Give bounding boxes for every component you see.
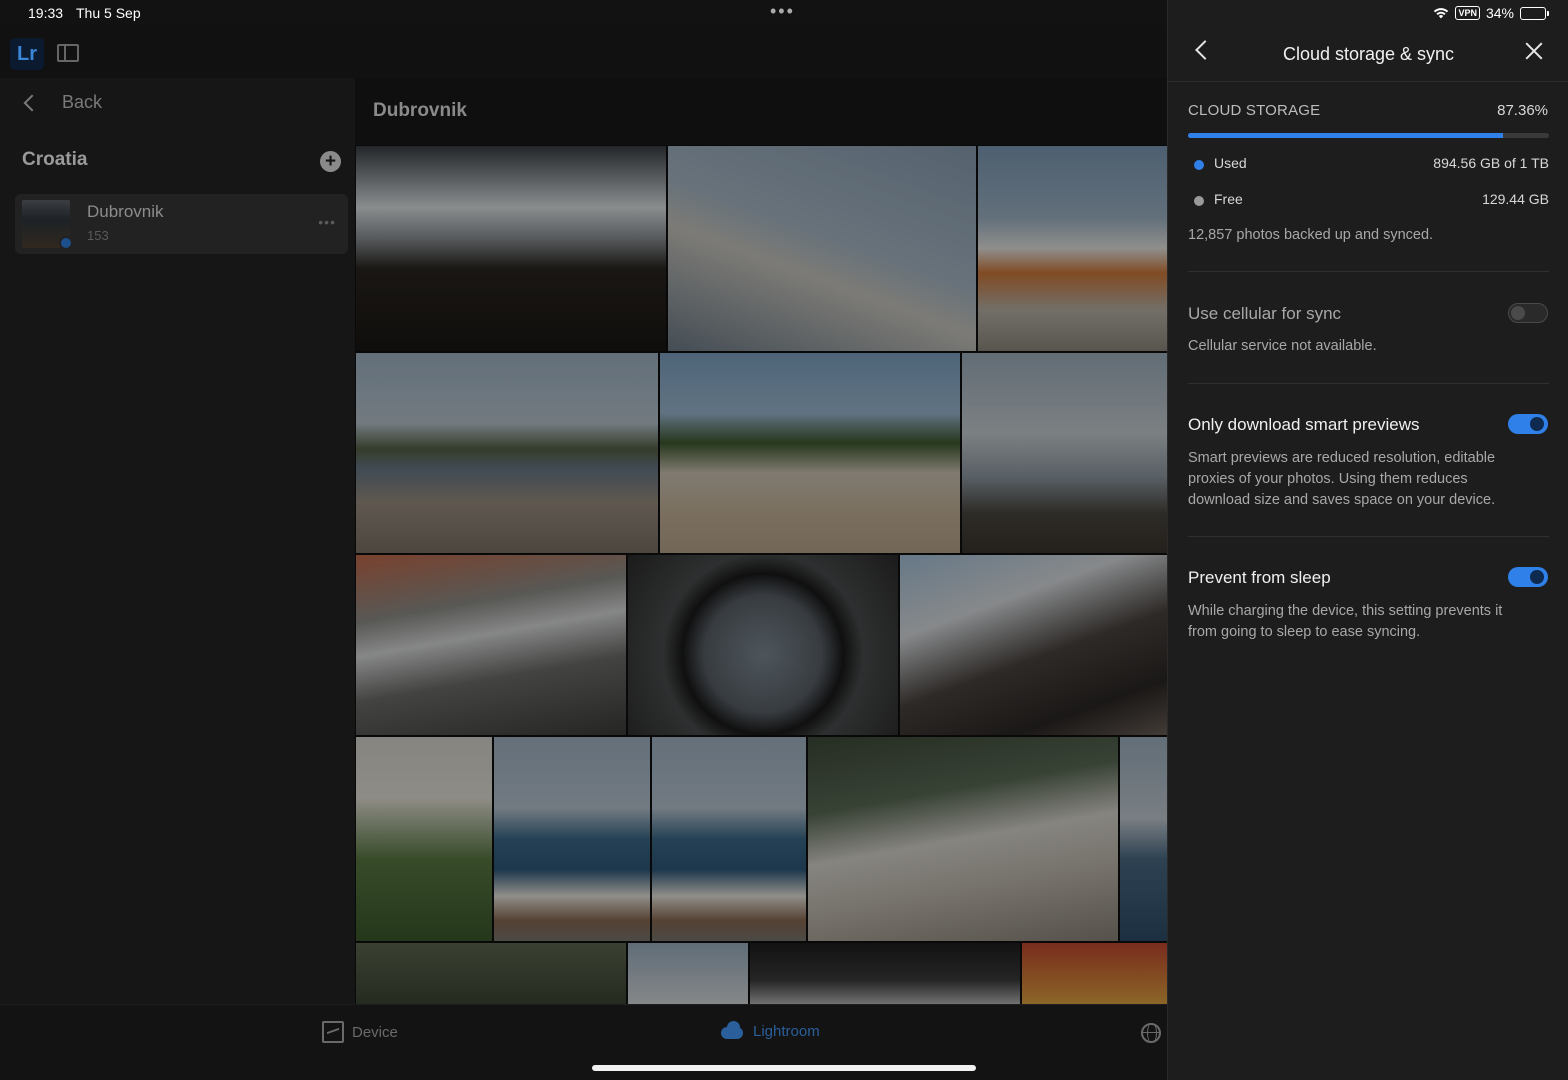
photo-thumbnail[interactable] <box>356 737 492 941</box>
close-icon[interactable] <box>1525 42 1543 60</box>
panel-header: Cloud storage & sync <box>1168 26 1568 82</box>
vpn-badge: VPN <box>1455 6 1480 20</box>
device-photos-icon <box>322 1021 344 1043</box>
setting-title-prevent-sleep: Prevent from sleep <box>1188 568 1331 587</box>
free-label: Free <box>1214 191 1243 207</box>
album-name: Dubrovnik <box>87 202 164 221</box>
photo-thumbnail[interactable] <box>494 737 650 941</box>
album-group-title: Croatia <box>22 149 88 170</box>
wifi-icon <box>1434 8 1449 19</box>
photo-thumbnail[interactable] <box>1120 737 1167 941</box>
used-value: 894.56 GB of 1 TB <box>1433 155 1549 171</box>
status-date: Thu 5 Sep <box>76 5 141 21</box>
albums-sidebar: Back Croatia + Dubrovnik 153 ••• <box>0 78 355 1004</box>
photo-thumbnail[interactable] <box>356 146 666 351</box>
smart-previews-toggle[interactable] <box>1508 414 1548 434</box>
tab-device[interactable]: Device <box>322 1021 398 1043</box>
photo-grid-area: Dubrovnik <box>355 78 1167 1004</box>
home-indicator[interactable] <box>592 1065 976 1071</box>
divider <box>1188 383 1549 384</box>
app-root: Lr Back Croatia + Dubrovnik 153 ••• Dubr… <box>0 0 1568 1080</box>
used-dot-icon <box>1194 160 1204 170</box>
bottom-tab-bar: Device Lightroom <box>0 1004 1167 1080</box>
photo-thumbnail[interactable] <box>962 353 1167 553</box>
photo-thumbnail[interactable] <box>978 146 1167 351</box>
panel-title: Cloud storage & sync <box>1282 44 1455 64</box>
back-label: Back <box>62 92 103 112</box>
photo-thumbnail[interactable] <box>900 555 1167 735</box>
multitasking-dots-icon[interactable]: ••• <box>770 1 795 22</box>
cloud-storage-sync-panel: Cloud storage & sync CLOUD STORAGE 87.36… <box>1167 0 1568 1080</box>
setting-desc-prevent-sleep: While charging the device, this setting … <box>1188 603 1503 640</box>
photo-thumbnail[interactable] <box>660 353 960 553</box>
free-dot-icon <box>1194 196 1204 206</box>
storage-progress-bar <box>1188 133 1549 138</box>
lightroom-logo: Lr <box>10 38 44 70</box>
app-top-bar: Lr <box>0 26 1167 78</box>
setting-desc-smart-previews: Smart previews are reduced resolution, e… <box>1188 450 1496 508</box>
photo-thumbnail[interactable] <box>628 943 748 1004</box>
photo-thumbnail[interactable] <box>356 943 626 1004</box>
cloud-storage-label: CLOUD STORAGE <box>1188 102 1321 119</box>
lightroom-app-dimmed: Lr Back Croatia + Dubrovnik 153 ••• Dubr… <box>0 0 1167 1080</box>
album-item-dubrovnik[interactable]: Dubrovnik 153 ••• <box>15 194 348 254</box>
synced-badge-icon <box>59 236 73 250</box>
storage-progress-fill <box>1188 133 1504 138</box>
add-album-button[interactable]: + <box>320 151 341 172</box>
sync-status-note: 12,857 photos backed up and synced. <box>1188 227 1434 243</box>
globe-icon[interactable] <box>1141 1023 1161 1043</box>
photo-thumbnail[interactable] <box>808 737 1118 941</box>
used-label: Used <box>1214 155 1247 171</box>
photo-grid <box>355 145 1167 1004</box>
divider <box>1188 271 1549 272</box>
back-button[interactable]: Back <box>20 92 102 113</box>
cloud-storage-percent: 87.36% <box>1497 102 1548 119</box>
more-options-icon[interactable]: ••• <box>318 214 336 230</box>
setting-title-smart-previews: Only download smart previews <box>1188 415 1420 434</box>
photo-thumbnail[interactable] <box>668 146 976 351</box>
setting-title-cellular: Use cellular for sync <box>1188 304 1342 323</box>
photo-thumbnail[interactable] <box>356 555 626 735</box>
album-title: Dubrovnik <box>373 100 467 121</box>
tab-lightroom[interactable]: Lightroom <box>719 1021 820 1041</box>
sidebar-toggle-icon[interactable] <box>57 44 79 62</box>
tab-device-label: Device <box>352 1023 398 1041</box>
cloud-photos-icon <box>719 1021 745 1041</box>
photo-thumbnail[interactable] <box>1022 943 1167 1004</box>
cellular-sync-toggle[interactable] <box>1508 303 1548 323</box>
status-time: 19:33 <box>28 5 64 21</box>
divider <box>1188 536 1549 537</box>
photo-thumbnail[interactable] <box>750 943 1020 1004</box>
album-count: 153 <box>87 228 109 243</box>
battery-icon <box>1520 6 1549 20</box>
photo-thumbnail[interactable] <box>356 353 658 553</box>
tab-lightroom-label: Lightroom <box>753 1022 820 1040</box>
photo-thumbnail[interactable] <box>628 555 898 735</box>
prevent-sleep-toggle[interactable] <box>1508 567 1548 587</box>
photo-thumbnail[interactable] <box>652 737 806 941</box>
status-indicators: VPN 34% <box>1433 5 1549 21</box>
setting-desc-cellular: Cellular service not available. <box>1188 338 1377 354</box>
status-bar: 19:33 Thu 5 Sep ••• VPN 34% <box>0 0 1568 26</box>
chevron-left-icon <box>23 94 41 111</box>
battery-percent: 34% <box>1485 5 1514 21</box>
free-value: 129.44 GB <box>1482 191 1549 207</box>
